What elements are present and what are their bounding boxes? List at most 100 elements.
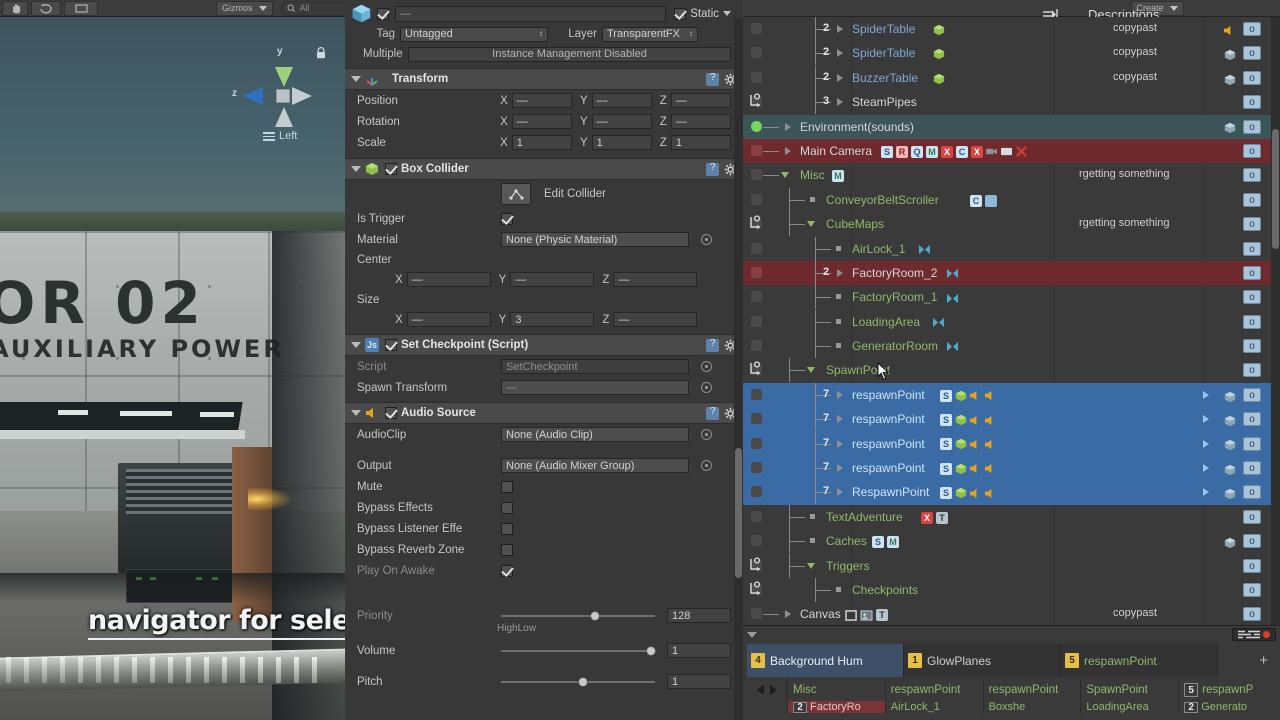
rotate-handle-icon[interactable] xyxy=(748,93,764,109)
row-expand-icon[interactable] xyxy=(1203,464,1209,473)
pitch-value-input[interactable]: 1 xyxy=(667,674,731,689)
row-options-button[interactable]: o xyxy=(1243,22,1261,36)
foldout-closed-icon[interactable] xyxy=(837,49,843,58)
gameobject-active-toggle[interactable] xyxy=(751,193,762,205)
row-options-button[interactable]: o xyxy=(1243,46,1261,61)
help-icon[interactable] xyxy=(706,72,719,86)
foldout-open-icon[interactable] xyxy=(351,166,361,172)
row-options-button[interactable]: o xyxy=(1243,363,1261,378)
gizmo-center-cube[interactable] xyxy=(276,89,290,103)
foldout-open-icon[interactable] xyxy=(807,367,815,374)
mute-checkbox[interactable] xyxy=(501,480,513,493)
object-picker-icon[interactable] xyxy=(701,361,712,372)
row-options-button[interactable]: o xyxy=(1243,534,1261,549)
gameobject-active-checkbox[interactable] xyxy=(377,7,389,20)
bypass-effects-checkbox[interactable] xyxy=(501,501,513,514)
row-options-button[interactable]: o xyxy=(1243,168,1261,183)
foldout-closed-icon[interactable] xyxy=(837,464,843,473)
inspector-scrollbar-thumb[interactable] xyxy=(735,448,742,578)
row-options-button[interactable]: o xyxy=(1243,95,1261,110)
hierarchy-row[interactable]: 2 BuzzerTable copypast o xyxy=(743,65,1280,90)
row-expand-icon[interactable] xyxy=(1203,439,1209,448)
hierarchy-row[interactable]: 2 SpiderTable copypast o xyxy=(743,17,1280,41)
gameobject-active-toggle[interactable] xyxy=(751,144,762,156)
tag-dropdown[interactable]: Untagged ↕ xyxy=(400,26,548,42)
audioclip-object-field[interactable]: None (Audio Clip) xyxy=(501,427,689,442)
hierarchy-row[interactable]: Checkpoints o xyxy=(743,577,1280,602)
gameobject-active-toggle[interactable] xyxy=(751,486,762,498)
position-x-input[interactable]: — xyxy=(511,93,572,108)
rotation-z-input[interactable]: — xyxy=(670,114,731,129)
foldout-open-icon[interactable] xyxy=(807,221,815,228)
row-options-button[interactable]: o xyxy=(1243,217,1261,232)
scale-y-input[interactable]: 1 xyxy=(591,135,652,150)
row-options-button[interactable]: o xyxy=(1243,70,1261,85)
hierarchy-tree[interactable]: 2 SpiderTable copypast o 2 SpiderTable copypas… xyxy=(743,17,1280,625)
audio-tab[interactable]: 4 Background Hum xyxy=(747,644,904,677)
volume-value-input[interactable]: 1 xyxy=(667,643,731,658)
center-z-input[interactable]: — xyxy=(613,272,698,287)
row-options-button[interactable]: o xyxy=(1243,485,1261,500)
help-icon[interactable] xyxy=(706,162,719,176)
hierarchy-row[interactable]: 7 respawnPoint So xyxy=(743,407,1280,432)
object-picker-icon[interactable] xyxy=(701,460,712,471)
gameobject-active-toggle[interactable] xyxy=(751,388,762,400)
hierarchy-row[interactable]: SpawnPoint o xyxy=(743,358,1280,383)
audio-timeline-panel[interactable]: 4 Background Hum 1 GlowPlanes 5 respawnPoint +… xyxy=(743,625,1280,720)
audio-grid-cell[interactable]: Misc xyxy=(787,679,885,701)
hierarchy-row[interactable]: TextAdventure X To xyxy=(743,504,1280,529)
gameobject-active-toggle[interactable] xyxy=(751,413,762,425)
gizmo-y-axis[interactable] xyxy=(275,67,293,87)
audio-grid-cell[interactable]: respawnPoint xyxy=(982,679,1081,701)
rotate-tool-button[interactable] xyxy=(31,0,61,16)
gizmo-view-mode[interactable]: Left xyxy=(263,130,297,143)
row-options-button[interactable]: o xyxy=(1243,339,1261,354)
spawn-transform-object-field[interactable]: — xyxy=(501,380,689,395)
position-z-input[interactable]: — xyxy=(670,93,731,108)
scale-x-input[interactable]: 1 xyxy=(511,135,572,150)
row-options-button[interactable]: o xyxy=(1243,509,1261,524)
rotate-handle-icon[interactable] xyxy=(748,581,764,597)
audio-grid-cell[interactable]: 5 respawnP xyxy=(1178,679,1276,701)
center-x-input[interactable]: — xyxy=(406,272,491,287)
gameobject-active-toggle[interactable] xyxy=(751,437,762,449)
grid-nav-buttons[interactable] xyxy=(747,679,787,701)
gameobject-active-toggle[interactable] xyxy=(751,242,762,254)
object-picker-icon[interactable] xyxy=(701,429,712,440)
nav-left-icon[interactable] xyxy=(757,685,764,695)
hierarchy-row[interactable]: ConveyorBeltScroller Co xyxy=(743,187,1280,212)
gameobject-active-toggle[interactable] xyxy=(751,71,762,83)
foldout-closed-icon[interactable] xyxy=(837,73,843,82)
audio-grid-cell[interactable]: LoadingArea xyxy=(1080,701,1178,713)
rotate-handle-icon[interactable] xyxy=(748,215,764,231)
foldout-closed-icon[interactable] xyxy=(837,439,843,448)
audio-grid-cell[interactable]: respawnPoint xyxy=(884,679,983,701)
row-options-button[interactable]: o xyxy=(1243,314,1261,329)
foldout-open-icon[interactable] xyxy=(747,631,757,638)
edit-collider-button[interactable] xyxy=(501,183,531,205)
set-checkpoint-enabled-checkbox[interactable] xyxy=(385,339,397,351)
audio-grid-cell[interactable]: Boxshe xyxy=(982,701,1081,713)
hierarchy-row[interactable]: Environment(sounds) o xyxy=(743,114,1280,139)
row-options-button[interactable]: o xyxy=(1243,119,1261,134)
record-icon[interactable] xyxy=(1263,631,1270,638)
hierarchy-row[interactable]: 3 SteamPipes o xyxy=(743,90,1280,115)
foldout-closed-icon[interactable] xyxy=(837,415,843,424)
box-collider-enabled-checkbox[interactable] xyxy=(385,163,397,175)
row-options-button[interactable]: o xyxy=(1243,290,1261,305)
audio-source-component-header[interactable]: Audio Source xyxy=(345,402,743,424)
audio-grid-cell[interactable]: 2 Generato xyxy=(1178,701,1276,713)
static-toggle[interactable]: Static xyxy=(674,7,731,20)
pitch-slider[interactable] xyxy=(501,675,655,689)
rotate-handle-icon[interactable] xyxy=(748,361,764,377)
foldout-closed-icon[interactable] xyxy=(837,390,843,399)
foldout-closed-icon[interactable] xyxy=(785,122,791,131)
volume-slider[interactable] xyxy=(501,644,656,658)
row-options-button[interactable]: o xyxy=(1243,387,1261,402)
record-controls[interactable] xyxy=(1232,628,1276,641)
hierarchy-row[interactable]: Canvas Tcopypast o xyxy=(743,602,1280,625)
foldout-open-icon[interactable] xyxy=(351,342,361,348)
add-audio-tab-button[interactable]: + xyxy=(1259,644,1276,677)
foldout-closed-icon[interactable] xyxy=(785,146,791,155)
foldout-closed-icon[interactable] xyxy=(785,610,791,619)
